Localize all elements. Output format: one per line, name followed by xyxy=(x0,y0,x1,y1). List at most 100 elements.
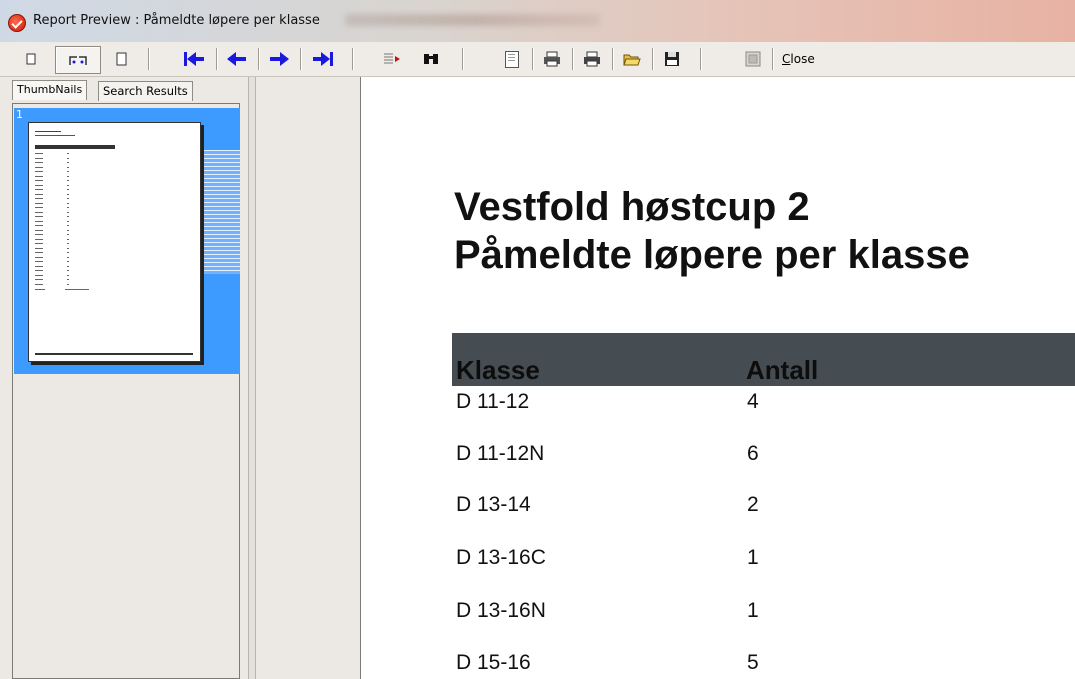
thumbnail-text-line xyxy=(35,202,43,204)
cell-klasse: D 15-16 xyxy=(456,651,531,674)
close-window-icon xyxy=(745,51,761,67)
thumbnail-text-line xyxy=(67,274,69,276)
cell-antall: 6 xyxy=(747,442,759,465)
thumbnail-text-line xyxy=(67,171,69,172)
report-title-line1: Vestfold høstcup 2 xyxy=(454,185,810,229)
thumbnail-text-line xyxy=(35,171,43,172)
table-header: Klasse Antall xyxy=(452,333,1075,386)
thumbnail-text-line xyxy=(35,153,43,154)
print-setup-button[interactable] xyxy=(538,46,566,72)
thumbnail-text-line xyxy=(35,229,43,231)
thumbnail-text-line xyxy=(67,270,69,271)
open-button[interactable] xyxy=(618,46,646,72)
page-setup-button[interactable] xyxy=(498,46,526,72)
thumbnail-text-line xyxy=(67,220,69,222)
thumbnail-text-line xyxy=(35,353,193,355)
folder-open-icon xyxy=(623,54,641,66)
thumbnail-text-line xyxy=(35,274,43,276)
thumbnail-text-line xyxy=(35,265,43,267)
two-page-view-button[interactable] xyxy=(55,46,101,74)
thumbnail-text-line xyxy=(35,184,43,186)
thumbnail-text-line xyxy=(35,247,43,249)
cell-klasse: D 13-16N xyxy=(456,599,546,622)
thumbnail-text-line xyxy=(35,252,43,253)
thumbnail-page xyxy=(28,122,201,362)
thumbnail-text-line xyxy=(67,265,69,267)
app-icon[interactable] xyxy=(8,14,26,32)
go-to-page-button[interactable] xyxy=(374,46,410,72)
thumbnail-text-line xyxy=(65,289,89,290)
tab-thumbnails[interactable]: ThumbNails xyxy=(12,80,88,100)
thumbnail-text-line xyxy=(35,162,43,163)
toolbar xyxy=(0,42,1075,77)
two-page-icon xyxy=(69,56,87,65)
thumbnail-text-line xyxy=(67,153,69,154)
thumbnail-text-line xyxy=(35,175,43,177)
title-bar: Report Preview : Påmeldte løpere per kla… xyxy=(0,0,1075,42)
thumbnail-text-line xyxy=(35,180,43,181)
thumbnail-text-line xyxy=(35,166,43,168)
thumbnail-text-line xyxy=(35,216,43,217)
thumbnail-text-line xyxy=(35,283,43,285)
first-page-button[interactable] xyxy=(176,46,212,72)
last-page-button[interactable] xyxy=(306,46,340,72)
thumbnail-text-line xyxy=(67,216,69,217)
cell-klasse: D 13-16C xyxy=(456,546,546,569)
save-button[interactable] xyxy=(658,46,686,72)
cell-antall: 4 xyxy=(747,390,759,413)
thumbnail-text-line xyxy=(35,289,45,290)
close-button[interactable] xyxy=(738,46,768,72)
preview-margin xyxy=(256,77,360,679)
thumbnail-text-line xyxy=(67,256,69,258)
thumbnail-text-line xyxy=(35,220,43,222)
previous-page-button[interactable] xyxy=(222,46,252,72)
thumbnail-text-line xyxy=(35,270,43,271)
thumbnail-item[interactable]: 1 xyxy=(14,108,240,374)
next-page-button[interactable] xyxy=(264,46,294,72)
thumbnail-text-line xyxy=(35,131,61,132)
thumbnail-text-line xyxy=(35,256,43,258)
thumbnail-text-line xyxy=(35,261,43,262)
cell-klasse: D 11-12N xyxy=(456,442,545,465)
thumbnail-text-line xyxy=(67,162,69,163)
thumbnail-text-line xyxy=(35,135,75,136)
fit-page-view-button[interactable] xyxy=(106,46,136,72)
close-label-rest: lose xyxy=(790,52,815,66)
thumbnail-text-line xyxy=(67,261,69,262)
thumbnail-text-line xyxy=(35,211,43,213)
thumbnail-text-line xyxy=(67,166,69,168)
thumbnail-text-line xyxy=(67,193,69,195)
panel-splitter[interactable] xyxy=(248,77,256,679)
thumbnail-text-line xyxy=(67,238,69,240)
thumbnail-text-line xyxy=(35,243,43,244)
column-header-klasse: Klasse xyxy=(456,355,540,385)
page-icon xyxy=(505,50,519,68)
close-label[interactable]: Close xyxy=(782,52,815,66)
tab-search-results[interactable]: Search Results xyxy=(98,81,193,101)
find-button[interactable] xyxy=(416,46,446,72)
report-title-line2: Påmeldte løpere per klasse xyxy=(454,233,970,277)
thumbnail-text-line xyxy=(67,184,69,186)
thumbnail-text-line xyxy=(35,189,43,190)
fit-page-icon xyxy=(116,52,127,66)
arrow-left-icon xyxy=(227,52,247,66)
thumbnail-text-line xyxy=(67,175,69,177)
thumbnail-text-line xyxy=(35,157,43,159)
arrow-right-icon xyxy=(269,52,289,66)
thumbnail-text-line xyxy=(35,145,115,149)
thumbnail-overflow-strip xyxy=(202,150,240,274)
cell-antall: 2 xyxy=(747,493,759,516)
thumbnail-list[interactable]: 1 xyxy=(12,103,240,679)
thumbnail-text-line xyxy=(67,198,69,199)
single-page-view-button[interactable] xyxy=(16,46,46,72)
print-button[interactable] xyxy=(578,46,606,72)
thumbnail-page-number: 1 xyxy=(16,108,23,121)
last-page-icon xyxy=(313,52,333,66)
thumbnail-text-line xyxy=(67,207,69,208)
cell-klasse: D 13-14 xyxy=(456,493,531,516)
floppy-disk-icon xyxy=(665,52,679,66)
report-page: Vestfold høstcup 2 Påmeldte løpere per k… xyxy=(360,77,1075,679)
cell-antall: 5 xyxy=(747,651,759,674)
single-page-icon xyxy=(26,53,36,65)
navigation-panel: ThumbNails Search Results 1 xyxy=(0,77,248,679)
